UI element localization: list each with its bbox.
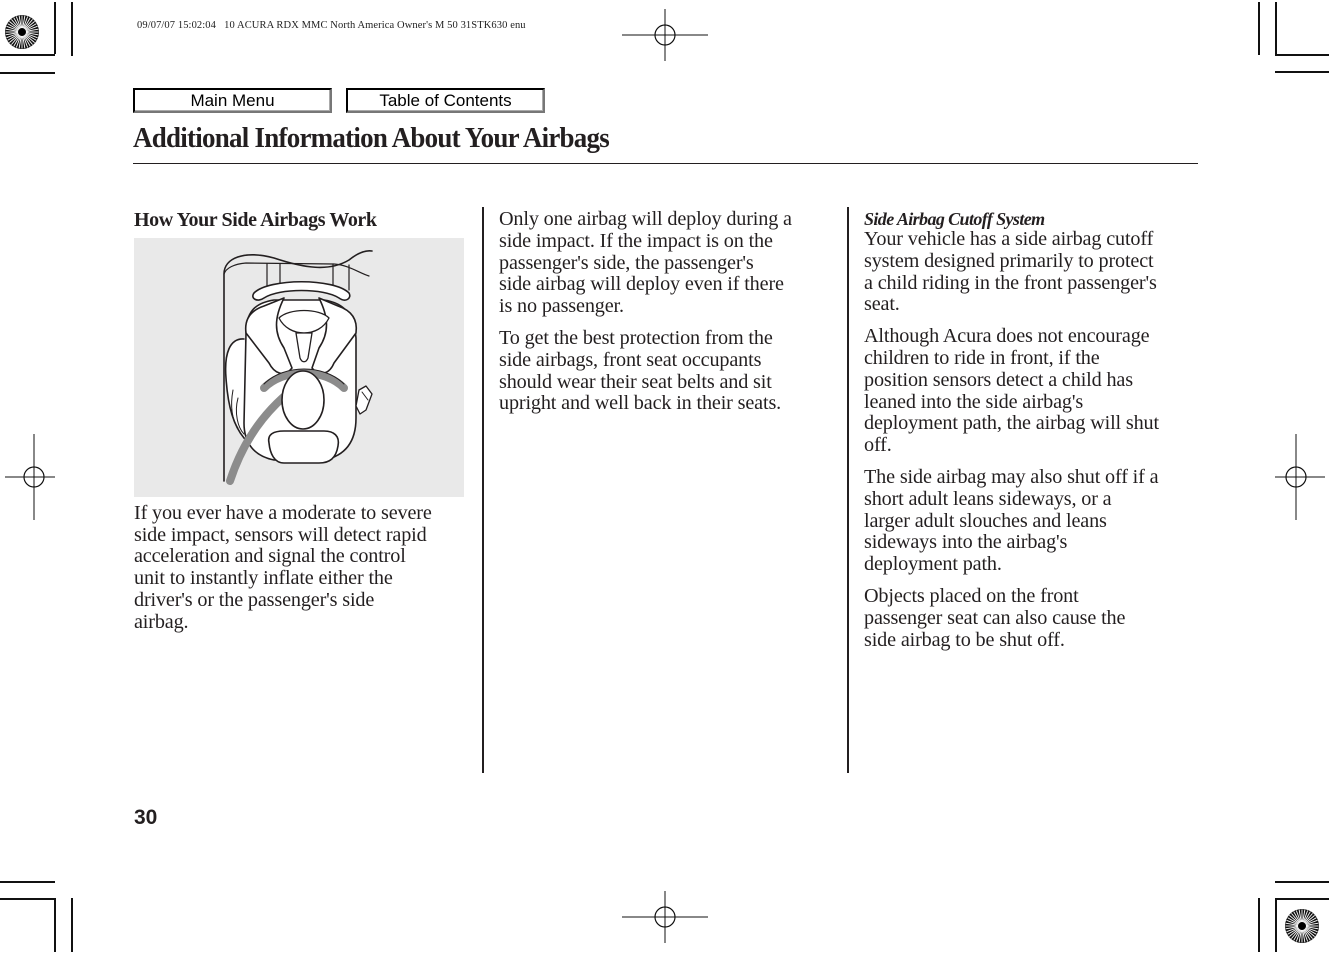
registration-starburst-icon [0,10,44,54]
subsection-heading: Side Airbag Cutoff System [864,209,1045,229]
crop-mark [0,72,55,74]
crop-mark [1258,2,1260,55]
middle-column: Only one airbag will deploy during a sid… [499,208,839,425]
driver-seated-top-view-icon [223,249,373,485]
right-paragraph-3: The side airbag may also shut off if a s… [864,465,1159,576]
left-paragraph: If you ever have a moderate to severe si… [134,501,432,633]
crop-mark [1275,898,1277,952]
middle-paragraph-1: Only one airbag will deploy during a sid… [499,208,792,318]
crop-mark [0,881,55,883]
print-job-header: 09/07/07 15:02:04 10 ACURA RDX MMC North… [137,20,526,31]
crop-mark [71,2,73,56]
page-title: Additional Information About Your Airbag… [133,122,610,154]
left-column: How Your Side Airbags Work If you ever h… [134,207,474,644]
registration-crosshair-icon [0,434,77,520]
crop-mark [0,898,55,900]
starburst-bottom-right-svg [1285,909,1319,943]
crop-mark [1275,71,1329,73]
side-airbag-figure [134,237,464,497]
crop-mark [1275,898,1329,900]
starburst-top-left-svg [5,15,39,49]
column-divider [847,207,849,773]
crop-mark [71,898,73,952]
right-column: Side Airbag Cutoff System Your vehicle h… [864,207,1204,661]
crop-mark [54,2,56,54]
registration-starburst-icon [1280,904,1324,948]
crop-mark [1275,2,1277,55]
title-divider [133,163,1198,164]
middle-paragraph-2: To get the best protection from the side… [499,326,782,415]
table-of-contents-label: Table of Contents [379,90,512,110]
crop-mark [1275,881,1329,883]
section-heading: How Your Side Airbags Work [134,209,377,231]
right-paragraph-2: Although Acura does not encourage childr… [864,325,1159,457]
registration-crosshair-icon [1253,434,1331,520]
crop-mark [1275,54,1329,56]
crop-mark [0,54,55,56]
registration-crosshair-icon [622,874,708,960]
crop-mark [54,898,56,952]
right-paragraph-1: Your vehicle has a side airbag cutoff sy… [864,228,1157,316]
table-of-contents-button[interactable]: Table of Contents [346,88,545,113]
main-menu-button[interactable]: Main Menu [133,88,332,113]
main-menu-label: Main Menu [190,90,275,110]
column-divider [482,207,484,773]
registration-crosshair-icon [622,0,708,78]
crop-mark [1258,898,1260,952]
page-number: 30 [134,806,158,829]
right-paragraph-4: Objects placed on the front passenger se… [864,584,1126,651]
